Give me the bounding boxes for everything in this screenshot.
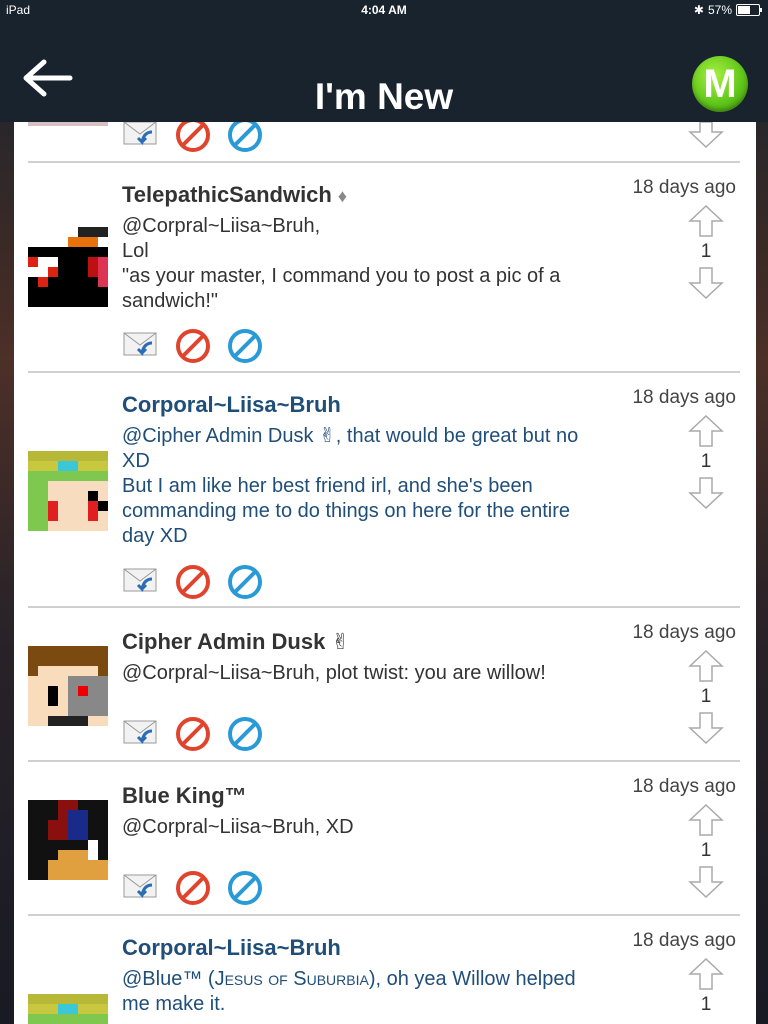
comment-author[interactable]: Corporal~Liisa~Bruh: [122, 392, 341, 418]
nav-bar: I'm New M: [0, 22, 768, 122]
avatar[interactable]: [28, 800, 108, 880]
report-icon[interactable]: [226, 327, 264, 365]
report-icon[interactable]: [226, 869, 264, 907]
comment-body: @Blue™ (Jesus of Suburbia), oh yea Willo…: [122, 968, 576, 1015]
block-icon[interactable]: [174, 122, 212, 154]
comment-item: Cipher Admin Dusk ✌ 18 days ago @Corpral…: [14, 608, 756, 760]
comment-timestamp: 18 days ago: [632, 622, 736, 643]
diamond-badge-icon: ♦: [337, 186, 348, 206]
downvote-arrow-icon[interactable]: [688, 712, 724, 744]
page-title: I'm New: [314, 76, 454, 117]
comment-actions: [122, 869, 264, 907]
battery-icon: [736, 4, 762, 16]
comment-author[interactable]: Corporal~Liisa~Bruh: [122, 935, 341, 961]
avatar[interactable]: [28, 994, 108, 1024]
vote-count: 1: [700, 451, 712, 472]
vote-controls: 1: [686, 650, 726, 744]
upvote-arrow-icon[interactable]: [688, 958, 724, 990]
comment-author[interactable]: Blue King™: [122, 783, 247, 809]
reply-mail-icon[interactable]: [122, 869, 160, 907]
reply-mail-icon[interactable]: [122, 122, 160, 154]
vote-controls: 1: [686, 205, 726, 299]
comment-item: Corporal~Liisa~Bruh 18 days ago @Cipher …: [14, 373, 756, 607]
vote-count: 1: [700, 994, 712, 1015]
reply-mail-icon[interactable]: [122, 715, 160, 753]
block-icon[interactable]: [174, 563, 212, 601]
menu-button[interactable]: M: [692, 56, 748, 112]
comment-body: @Corpral~Liisa~Bruh, Lol "as your master…: [122, 215, 561, 312]
reply-mail-icon[interactable]: [122, 327, 160, 365]
comment-timestamp: 18 days ago: [632, 776, 736, 797]
report-icon[interactable]: [226, 715, 264, 753]
upvote-arrow-icon[interactable]: [688, 415, 724, 447]
avatar[interactable]: [28, 227, 108, 307]
vote-controls: [686, 122, 726, 148]
comment-item: Blue King™ 18 days ago @Corpral~Liisa~Br…: [14, 762, 756, 914]
comment-body: @Corpral~Liisa~Bruh, XD: [122, 816, 354, 838]
block-icon[interactable]: [174, 715, 212, 753]
comment-author[interactable]: Cipher Admin Dusk ✌: [122, 629, 350, 655]
avatar: [28, 122, 108, 126]
comment-timestamp: 18 days ago: [632, 177, 736, 198]
comment-author[interactable]: TelepathicSandwich ♦: [122, 182, 347, 208]
comment-item: Corporal~Liisa~Bruh 18 days ago @Blue™ (…: [14, 916, 756, 1024]
vote-count: 1: [700, 686, 712, 707]
status-bar: iPad 4:04 AM ✱ 57%: [0, 0, 768, 22]
comment-body: @Corpral~Liisa~Bruh, plot twist: you are…: [122, 662, 546, 684]
comment-actions: [122, 715, 264, 753]
vote-controls: 1: [686, 804, 726, 898]
block-icon[interactable]: [174, 869, 212, 907]
comment-item: TelepathicSandwich ♦ 18 days ago @Corpral…: [14, 163, 756, 373]
downvote-arrow-icon[interactable]: [688, 267, 724, 299]
bluetooth-icon: ✱: [693, 3, 704, 17]
report-icon[interactable]: [226, 563, 264, 601]
comment-timestamp: 18 days ago: [632, 930, 736, 951]
comment-actions: [122, 563, 264, 601]
vote-count: 1: [700, 840, 712, 861]
upvote-arrow-icon[interactable]: [688, 650, 724, 682]
downvote-arrow-icon[interactable]: [688, 122, 724, 148]
report-icon[interactable]: [226, 122, 264, 154]
comment-list[interactable]: TelepathicSandwich ♦ 18 days ago @Corpral…: [14, 122, 756, 1024]
comment-timestamp: 18 days ago: [632, 387, 736, 408]
avatar[interactable]: [28, 646, 108, 726]
upvote-arrow-icon[interactable]: [688, 205, 724, 237]
clock: 4:04 AM: [361, 3, 407, 17]
battery-indicator: ✱ 57%: [693, 3, 762, 17]
block-icon[interactable]: [174, 327, 212, 365]
vote-controls: 1: [686, 415, 726, 509]
vote-controls: 1: [686, 958, 726, 1020]
list-item: [14, 122, 756, 162]
comment-actions: [122, 327, 264, 365]
downvote-arrow-icon[interactable]: [688, 866, 724, 898]
upvote-arrow-icon[interactable]: [688, 804, 724, 836]
comment-actions: [122, 122, 264, 154]
avatar[interactable]: [28, 451, 108, 531]
reply-mail-icon[interactable]: [122, 563, 160, 601]
comment-body: @Cipher Admin Dusk ✌, that would be grea…: [122, 425, 579, 547]
vote-count: 1: [700, 241, 712, 262]
downvote-arrow-icon[interactable]: [688, 477, 724, 509]
battery-percent: 57%: [707, 3, 732, 17]
